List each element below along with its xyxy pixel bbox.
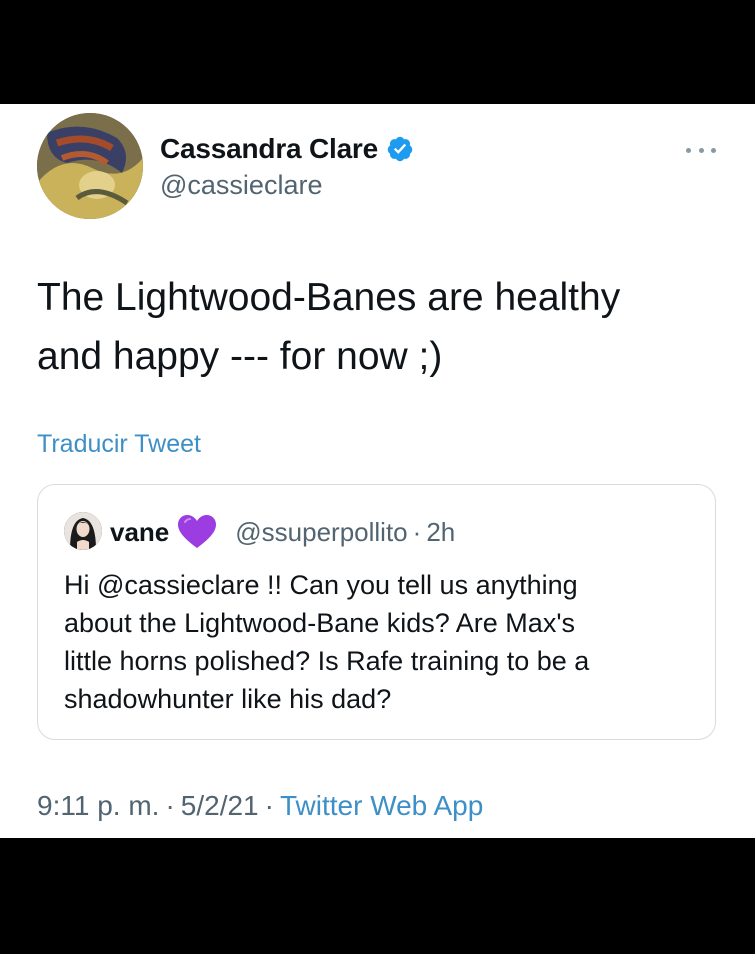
tweet-time[interactable]: 9:11 p. m.: [37, 790, 159, 822]
quoted-tweet-time[interactable]: 2h: [426, 517, 455, 548]
purple-heart-icon: [178, 515, 217, 548]
tweet-source-link[interactable]: Twitter Web App: [280, 790, 483, 822]
dot: [686, 147, 691, 153]
author-handle[interactable]: @cassieclare: [160, 170, 322, 201]
translate-tweet-link[interactable]: Traducir Tweet: [37, 430, 201, 459]
tweet-metadata: 9:11 p. m. · 5/2/21 · Twitter Web App: [37, 790, 483, 822]
quoted-text-line: shadowhunter like his dad?: [64, 684, 392, 714]
bottom-black-bar: [0, 838, 755, 954]
separator-dot: ·: [165, 790, 175, 821]
separator-dot: ·: [412, 516, 422, 547]
more-dots-icon[interactable]: [686, 140, 716, 160]
dot: [711, 147, 716, 153]
quoted-tweet-header: vane @ssuperpollito · 2h: [110, 514, 455, 550]
quoted-text-line: Hi @cassieclare !! Can you tell us anyth…: [64, 570, 578, 600]
dot: [698, 147, 704, 153]
tweet-text-line: The Lightwood-Banes are healthy: [37, 276, 621, 319]
quoted-text-line: about the Lightwood-Bane kids? Are Max's: [64, 608, 575, 638]
profile-photo: [37, 113, 143, 219]
quoted-text-line: little horns polished? Is Rafe training …: [64, 646, 590, 676]
author-name-row: Cassandra Clare: [160, 132, 414, 166]
tweet-text: The Lightwood-Banes are healthy and happ…: [37, 268, 727, 386]
tweet-date[interactable]: 5/2/21: [181, 790, 259, 822]
tweet-text-line: and happy --- for now ;): [37, 335, 443, 378]
verified-badge-icon: [387, 136, 413, 162]
top-black-bar: [0, 0, 755, 104]
quoted-author-avatar[interactable]: [64, 512, 102, 550]
quoted-author-handle[interactable]: @ssuperpollito: [235, 517, 407, 548]
author-avatar[interactable]: [37, 113, 143, 219]
quoted-author-name[interactable]: vane: [110, 517, 169, 548]
author-name[interactable]: Cassandra Clare: [160, 133, 378, 165]
quoted-profile-photo: [64, 512, 102, 550]
separator-dot: ·: [264, 790, 274, 821]
quoted-tweet-text: Hi @cassieclare !! Can you tell us anyth…: [64, 566, 694, 718]
